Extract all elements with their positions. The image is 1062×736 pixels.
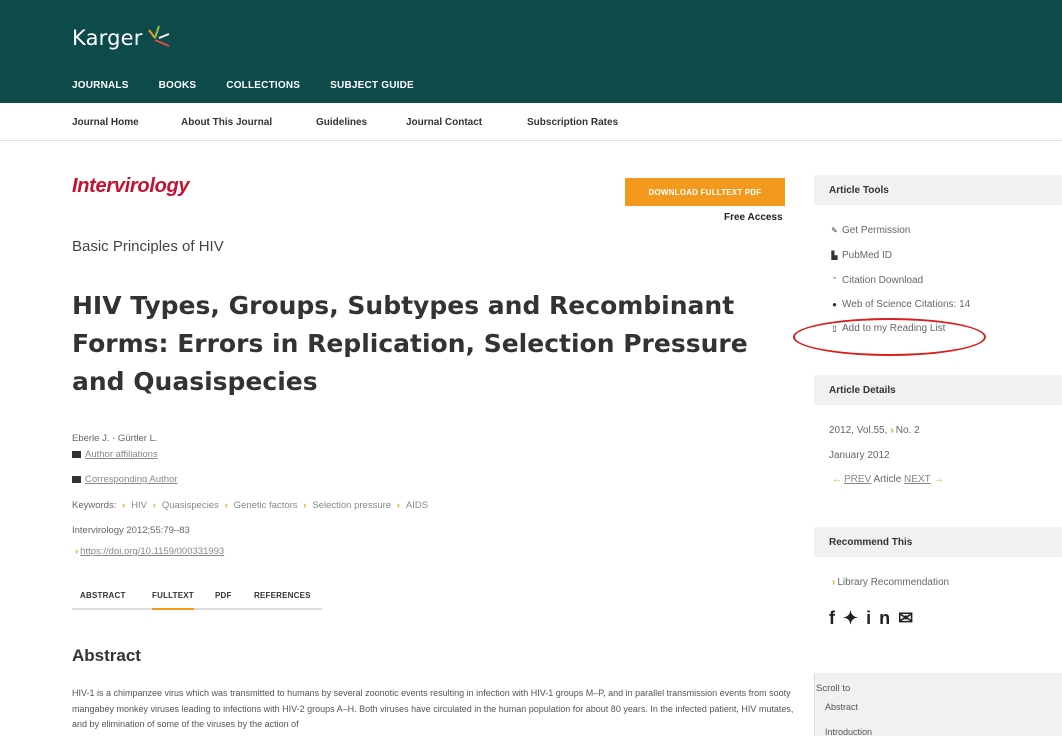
next-article-link[interactable]: NEXT bbox=[904, 474, 931, 485]
citation-info: Intervirology 2012;55:79–83 bbox=[72, 525, 190, 536]
keywords-label: Keywords: bbox=[72, 500, 117, 511]
volume-issue: 2012, Vol.55, › No. 2 bbox=[829, 425, 920, 436]
recommend-heading: Recommend This bbox=[814, 527, 1062, 557]
keyword-quasispecies[interactable]: Quasispecies bbox=[162, 500, 219, 511]
download-pdf-button[interactable]: DOWNLOAD FULLTEXT PDF bbox=[625, 178, 785, 206]
site-header: Karger JOURNALS BOOKS COLLECTIONS SUBJEC… bbox=[0, 0, 1062, 103]
pubmed-id-link[interactable]: ▙ PubMed ID bbox=[829, 250, 892, 261]
journal-subnavigation: Journal Home About This Journal Guidelin… bbox=[0, 103, 1062, 141]
red-annotation-circle bbox=[793, 318, 986, 356]
subnav-subscription-rates[interactable]: Subscription Rates bbox=[527, 117, 618, 128]
scroll-to-label: Scroll to bbox=[816, 683, 851, 694]
chevron-right-icon: › bbox=[396, 500, 400, 511]
tool-label: PubMed ID bbox=[842, 250, 893, 261]
prev-article-link[interactable]: PREV bbox=[844, 474, 871, 485]
karger-logo-mark-icon bbox=[148, 25, 170, 47]
nav-journals[interactable]: JOURNALS bbox=[72, 80, 129, 91]
wrench-icon: ✎ bbox=[831, 226, 838, 235]
mail-icon[interactable]: ✉ bbox=[898, 608, 921, 628]
free-access-label: Free Access bbox=[724, 212, 783, 223]
affiliations-icon bbox=[72, 451, 81, 458]
nav-collections[interactable]: COLLECTIONS bbox=[226, 80, 300, 91]
chevron-right-icon: › bbox=[75, 546, 79, 557]
tab-pdf[interactable]: PDF bbox=[215, 591, 232, 600]
chevron-right-icon: › bbox=[122, 500, 126, 511]
envelope-icon bbox=[72, 476, 81, 483]
chevron-right-icon: › bbox=[224, 500, 228, 511]
keywords: Keywords: › HIV › Quasispecies › Genetic fa… bbox=[72, 500, 428, 511]
corresponding-author[interactable]: Corresponding Author bbox=[72, 474, 177, 485]
volume-label: 2012, Vol.55, bbox=[829, 425, 888, 436]
library-recommendation-link[interactable]: › Library Recommendation bbox=[829, 577, 949, 588]
affiliations-link[interactable]: Author affiliations bbox=[85, 449, 158, 460]
author-list: Eberle J. · Gürtler L. bbox=[72, 433, 158, 444]
keyword-selection-pressure[interactable]: Selection pressure bbox=[312, 500, 391, 511]
chevron-right-icon: › bbox=[303, 500, 307, 511]
tab-fulltext[interactable]: FULLTEXT bbox=[152, 591, 194, 610]
linkedin-icon[interactable]: in bbox=[866, 608, 898, 628]
arrow-right-icon: → bbox=[933, 474, 944, 485]
web-of-science-link[interactable]: ● Web of Science Citations: 14 bbox=[829, 299, 970, 310]
chevron-right-icon: › bbox=[890, 425, 894, 436]
article-tabs: ABSTRACT FULLTEXT PDF REFERENCES bbox=[72, 580, 322, 610]
journal-logo[interactable]: Intervirology bbox=[72, 175, 190, 198]
tool-label: Get Permission bbox=[842, 225, 911, 236]
quote-icon: ” bbox=[833, 276, 836, 285]
article-tools-heading: Article Tools bbox=[814, 175, 1062, 205]
share-icons: f✦in✉ bbox=[829, 608, 921, 629]
tool-label: Web of Science Citations: 14 bbox=[842, 299, 971, 310]
globe-icon: ● bbox=[832, 300, 837, 309]
keyword-aids[interactable]: AIDS bbox=[406, 500, 428, 511]
scroll-introduction-link[interactable]: Introduction bbox=[825, 727, 872, 736]
subnav-about-journal[interactable]: About This Journal bbox=[181, 117, 272, 128]
corresponding-author-link[interactable]: Corresponding Author bbox=[85, 474, 177, 485]
twitter-icon[interactable]: ✦ bbox=[843, 608, 866, 628]
article-word: Article bbox=[873, 474, 902, 485]
issue-link[interactable]: No. 2 bbox=[896, 425, 920, 436]
chevron-right-icon: › bbox=[832, 577, 836, 588]
nav-books[interactable]: BOOKS bbox=[159, 80, 197, 91]
article-details-heading: Article Details bbox=[814, 375, 1062, 405]
main-navigation: JOURNALS BOOKS COLLECTIONS SUBJECT GUIDE bbox=[72, 80, 444, 91]
tab-references[interactable]: REFERENCES bbox=[254, 591, 311, 600]
abstract-text: HIV-1 is a chimpanzee virus which was tr… bbox=[72, 688, 794, 729]
library-label: Library Recommendation bbox=[837, 577, 950, 588]
publication-date: January 2012 bbox=[829, 450, 890, 461]
tool-label: Citation Download bbox=[842, 275, 924, 286]
subnav-journal-contact[interactable]: Journal Contact bbox=[406, 117, 482, 128]
abstract-heading: Abstract bbox=[72, 646, 141, 665]
chevron-right-icon: › bbox=[152, 500, 156, 511]
doi-link[interactable]: https://doi.org/10.1159/000331993 bbox=[80, 546, 224, 557]
karger-logo[interactable]: Karger bbox=[72, 26, 143, 50]
keyword-genetic-factors[interactable]: Genetic factors bbox=[234, 500, 298, 511]
article-pagination: ← PREV Article NEXT → bbox=[829, 474, 946, 485]
subnav-guidelines[interactable]: Guidelines bbox=[316, 117, 367, 128]
doi-row: › https://doi.org/10.1159/000331993 bbox=[72, 546, 224, 557]
keyword-hiv[interactable]: HIV bbox=[131, 500, 147, 511]
facebook-icon[interactable]: f bbox=[829, 608, 843, 628]
citation-download-link[interactable]: ” Citation Download bbox=[829, 275, 923, 286]
article-category: Basic Principles of HIV bbox=[72, 238, 224, 255]
article-title: HIV Types, Groups, Subtypes and Recombin… bbox=[72, 291, 748, 396]
arrow-left-icon: ← bbox=[832, 474, 842, 485]
scroll-abstract-link[interactable]: Abstract bbox=[825, 702, 858, 712]
get-permission-link[interactable]: ✎ Get Permission bbox=[829, 225, 910, 236]
subnav-journal-home[interactable]: Journal Home bbox=[72, 117, 139, 128]
tab-abstract[interactable]: ABSTRACT bbox=[80, 591, 126, 600]
nav-subject-guide[interactable]: SUBJECT GUIDE bbox=[330, 80, 414, 91]
pubmed-icon: ▙ bbox=[831, 251, 838, 260]
author-affiliations[interactable]: Author affiliations bbox=[72, 449, 158, 460]
